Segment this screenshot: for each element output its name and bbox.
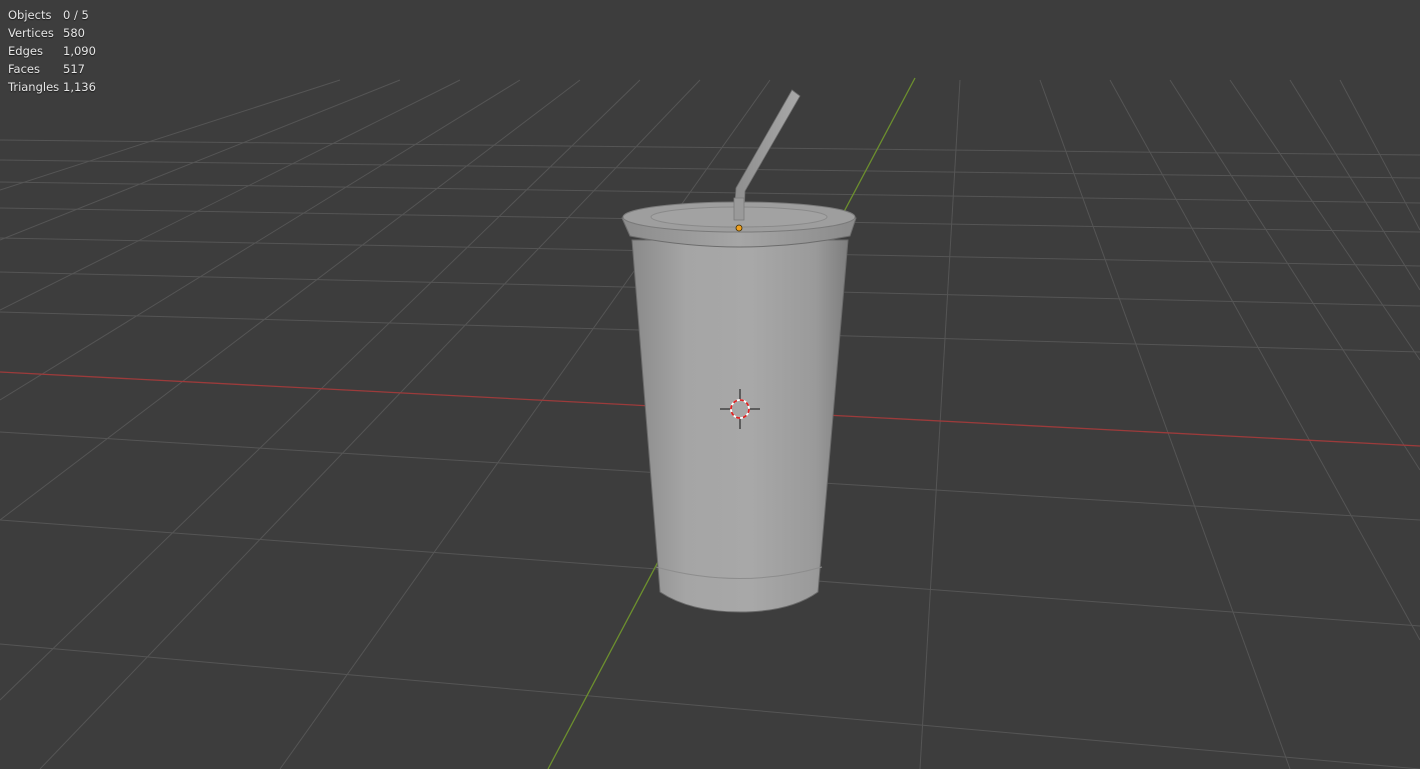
object-origin-icon [735, 224, 743, 232]
3d-viewport[interactable]: Objects 0 / 5 Vertices 580 Edges 1,090 F… [0, 0, 1420, 769]
